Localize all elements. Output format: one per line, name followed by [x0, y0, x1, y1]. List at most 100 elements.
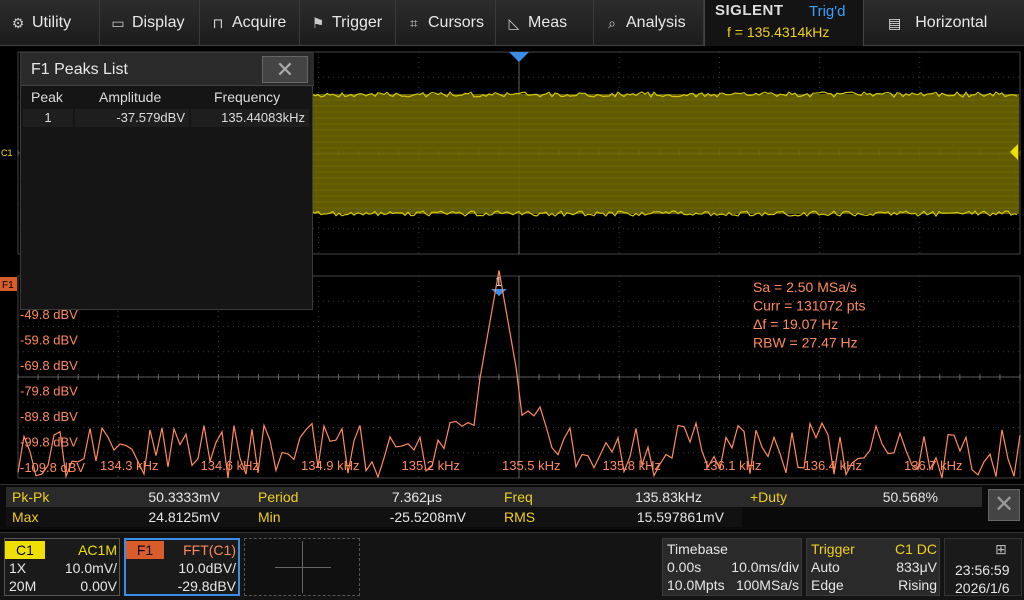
c1-coupling: AC1M: [55, 541, 117, 559]
meas-value-duty: 50.568%: [852, 487, 938, 507]
add-channel-slot[interactable]: [244, 538, 360, 596]
trigger-source: C1 DC: [867, 540, 937, 558]
network-icon: ⊞: [995, 541, 1007, 558]
c1-channel-box[interactable]: C1 AC1M 1X 10.0mV/ 20M 0.00V: [4, 538, 120, 596]
menu-bar: ⚙ Utility ▭ Display ⊓ Acquire ⚑ Trigger ⌗ Cur…: [0, 0, 1024, 46]
trigger-title: Trigger: [811, 540, 855, 558]
timebase-box[interactable]: Timebase 0.00s 10.0ms/div 10.0Mpts 100MS…: [662, 538, 802, 596]
timebase-memory: 10.0Mpts: [667, 576, 725, 594]
menu-trigger[interactable]: ⚑ Trigger: [300, 0, 396, 46]
gear-icon: ⚙: [10, 15, 26, 32]
peaks-close-button[interactable]: ✕: [262, 56, 308, 83]
timebase-delay: 0.00s: [667, 558, 701, 576]
peaks-list-panel[interactable]: F1 Peaks List ✕ Peak Amplitude Frequency…: [20, 52, 313, 310]
c1-scale: 10.0mV/: [45, 559, 117, 577]
flag-icon: ⚑: [310, 15, 326, 32]
ruler-icon: ◺: [506, 15, 522, 32]
close-icon: ✕: [994, 491, 1014, 518]
fft-x-label: 135.2 kHz: [402, 458, 461, 473]
trigger-mode: Auto: [811, 558, 840, 576]
c1-probe: 1X: [9, 559, 26, 577]
trigger-state: Trig'd: [809, 3, 845, 20]
meas-value-period: 7.362μs: [356, 487, 442, 507]
horizontal-icon: ▤: [888, 15, 901, 32]
trigger-position-marker[interactable]: [509, 52, 529, 62]
menu-utility[interactable]: ⚙ Utility: [0, 0, 100, 46]
peaks-cell-frequency: 135.44083kHz: [191, 109, 309, 127]
brand-logo: SIGLENT: [715, 2, 784, 19]
meas-label-duty: +Duty: [750, 487, 787, 507]
menu-meas[interactable]: ◺ Meas: [496, 0, 594, 46]
meas-value-rms: 15.597861mV: [606, 507, 724, 527]
timebase-title: Timebase: [667, 540, 728, 558]
peaks-cell-amplitude: -37.579dBV: [75, 109, 189, 127]
fft-y-label: -59.8 dBV: [20, 333, 78, 348]
fft-info-line: RBW = 27.47 Hz: [753, 335, 858, 351]
fft-x-axis-labels: 134.3 kHz 134.6 kHz 134.9 kHz 135.2 kHz 135.…: [100, 458, 963, 473]
cursor-icon: ⌗: [406, 15, 422, 32]
f1-scale: 10.0dBV/: [156, 559, 236, 577]
fft-info-panel: Sa = 2.50 MSa/s Curr = 131072 pts Δf = 19.…: [753, 279, 865, 351]
meas-value-freq: 135.83kHz: [606, 487, 702, 507]
analysis-icon: ⌕: [604, 15, 620, 32]
peaks-header-frequency: Frequency: [214, 89, 280, 105]
fft-info-line: Δf = 19.07 Hz: [753, 316, 838, 332]
f1-channel-marker[interactable]: F1: [2, 280, 14, 291]
fft-x-label: 135.5 kHz: [502, 458, 561, 473]
timebase-scale: 10.0ms/div: [713, 558, 799, 576]
meas-label-min: Min: [258, 507, 281, 527]
f1-channel-name: F1: [126, 541, 164, 559]
fft-y-label: -79.8 dBV: [20, 384, 78, 399]
fft-info-line: Sa = 2.50 MSa/s: [753, 279, 857, 295]
meas-value-min: -25.5208mV: [356, 507, 466, 527]
fft-info-line: Curr = 131072 pts: [753, 298, 865, 314]
fft-x-label: 136.7 kHz: [904, 458, 963, 473]
fft-x-label: 134.3 kHz: [100, 458, 159, 473]
meas-label-max: Max: [12, 507, 38, 527]
c1-channel-marker[interactable]: C1: [1, 148, 13, 158]
fft-x-label: 135.8 kHz: [603, 458, 662, 473]
meas-label-rms: RMS: [504, 507, 535, 527]
c1-bandwidth: 20M: [9, 577, 36, 595]
menu-horizontal[interactable]: ▤ Horizontal: [864, 0, 1024, 46]
close-icon: ✕: [276, 57, 294, 82]
c1-offset: 0.00V: [45, 577, 117, 595]
trigger-level: 833μV: [867, 558, 937, 576]
meas-label-period: Period: [258, 487, 298, 507]
peaks-cell-index: 1: [23, 109, 73, 127]
meas-label-pkpk: Pk-Pk: [12, 487, 49, 507]
peaks-header-peak: Peak: [31, 89, 63, 105]
fft-x-label: 134.6 kHz: [201, 458, 260, 473]
meas-value-pkpk: 50.3333mV: [116, 487, 220, 507]
plot-area[interactable]: C1 F1 1 -49.8 dBV -59.8 dBV -69.8 dBV -79.8…: [0, 46, 1024, 484]
status-bar: C1 AC1M 1X 10.0mV/ 20M 0.00V F1 FFT(C1) …: [0, 532, 1024, 600]
acquire-icon: ⊓: [210, 15, 226, 32]
peak-marker-triangle: [491, 289, 507, 296]
clock-panel: ⊞ 23:56:59 2026/1/6: [944, 538, 1022, 596]
f1-function: FFT(C1): [166, 541, 236, 559]
measurement-row: Max 24.8125mV Min -25.5208mV RMS 15.5978…: [6, 507, 742, 527]
measurement-bar: Pk-Pk 50.3333mV Period 7.362μs Freq 135.…: [0, 484, 1024, 530]
trigger-frequency: f = 135.4314kHz: [727, 24, 829, 40]
plus-icon-h: [275, 567, 331, 568]
menu-acquire[interactable]: ⊓ Acquire: [200, 0, 300, 46]
trigger-box[interactable]: Trigger C1 DC Auto 833μV Edge Rising: [806, 538, 940, 596]
menu-display[interactable]: ▭ Display: [100, 0, 200, 46]
measurement-close-button[interactable]: ✕: [988, 489, 1020, 521]
trigger-type: Edge: [811, 576, 844, 594]
monitor-icon: ▭: [110, 15, 126, 32]
clock-time: 23:56:59: [955, 561, 1010, 579]
menu-analysis[interactable]: ⌕ Analysis: [594, 0, 704, 46]
meas-value-max: 24.8125mV: [116, 507, 220, 527]
clock-date: 2026/1/6: [955, 579, 1010, 597]
menu-cursors[interactable]: ⌗ Cursors: [396, 0, 496, 46]
fft-y-label: -69.8 dBV: [20, 358, 78, 373]
fft-y-label: -99.8 dBV: [20, 435, 78, 450]
fft-x-label: 136.1 kHz: [703, 458, 762, 473]
f1-channel-box[interactable]: F1 FFT(C1) 10.0dBV/ -29.8dBV: [124, 538, 240, 596]
measurement-row: Pk-Pk 50.3333mV Period 7.362μs Freq 135.…: [6, 487, 742, 507]
timebase-rate: 100MSa/s: [723, 576, 799, 594]
c1-channel-name: C1: [5, 541, 45, 559]
fft-y-label: -89.8 dBV: [20, 409, 78, 424]
measurement-row-extra: +Duty 50.568%: [742, 487, 982, 507]
